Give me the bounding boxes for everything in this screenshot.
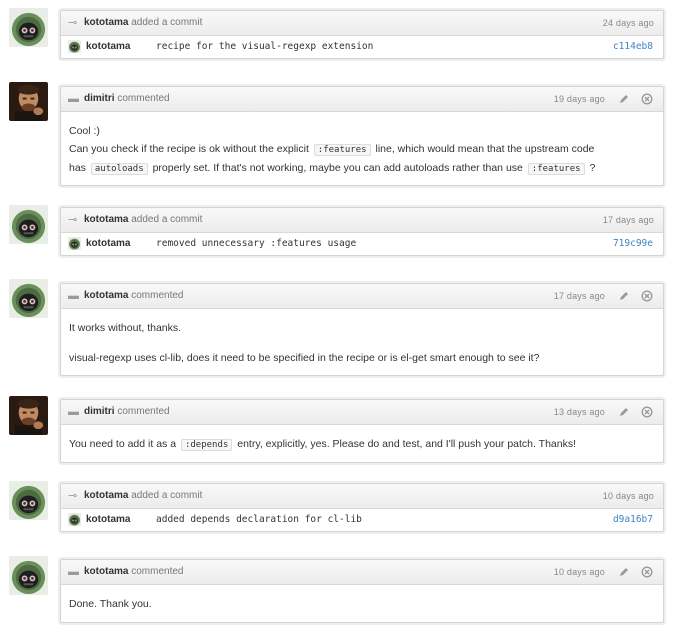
avatar[interactable] [9,82,48,121]
comment-body: Done. Thank you. [61,585,663,622]
event-header: ⊸ kototama added a commit 24 days ago [61,11,663,36]
commit-author[interactable]: kototama [86,36,130,58]
event-action: commented [131,566,184,577]
close-circle-icon[interactable] [641,406,653,418]
comment-text: Can you check if the recipe is ok withou… [69,143,595,156]
comment-text: Done. Thank you. [69,598,152,610]
avatar [68,40,81,53]
timestamp[interactable]: 17 days ago [603,208,654,232]
comment-icon: ▬ [68,406,79,418]
commit-message[interactable]: recipe for the visual-regexp extension [156,36,373,58]
author-link[interactable]: dimitri [84,93,115,104]
commit-box: ⊸ kototama added a commit 17 days ago ko… [60,207,664,256]
avatar[interactable] [9,556,48,595]
avatar[interactable] [9,8,48,47]
pencil-icon[interactable] [618,290,630,302]
timestamp[interactable]: 24 days ago [603,11,654,35]
comment-body: It works without, thanks. visual-regexp … [61,309,663,376]
author-link[interactable]: dimitri [84,406,115,417]
comment-text: It works without, thanks. [69,322,182,334]
commit-sha-link[interactable]: 719c99e [613,233,653,255]
commit-sha-link[interactable]: d9a16b7 [613,509,653,531]
timestamp[interactable]: 19 days ago [554,87,605,111]
comment-text: You need to add it as a :depends entry, … [69,438,577,451]
comment-icon: ▬ [68,290,79,302]
event-action: added a commit [131,214,203,225]
avatar[interactable] [9,205,48,244]
event-action: commented [131,290,184,301]
event-action: commented [117,93,170,104]
comment-body: Cool :) Can you check if the recipe is o… [61,112,663,187]
event-action: added a commit [131,17,203,28]
author-link[interactable]: kototama [84,490,128,501]
author-link[interactable]: kototama [84,17,128,28]
event-header: ▬ kototama commented 17 days ago [61,284,663,309]
comment-icon: ▬ [68,566,79,578]
avatar[interactable] [9,279,48,318]
commit-box: ⊸ kototama added a commit 10 days ago ko… [60,483,664,532]
avatar[interactable] [9,396,48,435]
commit-icon: ⊸ [68,214,78,226]
comment-box: ▬ dimitri commented 13 days ago You need… [60,399,664,463]
avatar [68,513,81,526]
timestamp[interactable]: 13 days ago [554,400,605,424]
commit-message[interactable]: removed unnecessary :features usage [156,233,356,255]
pencil-icon[interactable] [618,566,630,578]
comment-body: You need to add it as a :depends entry, … [61,425,663,463]
commit-author[interactable]: kototama [86,509,130,531]
pencil-icon[interactable] [618,406,630,418]
commit-icon: ⊸ [68,17,78,29]
close-circle-icon[interactable] [641,290,653,302]
commit-message[interactable]: added depends declaration for cl-lib [156,509,362,531]
pencil-icon[interactable] [618,93,630,105]
event-action: commented [117,406,170,417]
event-action: added a commit [131,490,203,501]
comment-text: has autoloads properly set. If that's no… [69,162,596,175]
commit-sha-link[interactable]: c114eb8 [613,36,653,58]
inline-code: :features [527,163,585,175]
author-link[interactable]: kototama [84,214,128,225]
event-header: ⊸ kototama added a commit 17 days ago [61,208,663,233]
inline-code: :features [313,144,371,156]
inline-code: :depends [180,439,233,451]
timestamp[interactable]: 10 days ago [603,484,654,508]
author-link[interactable]: kototama [84,566,128,577]
commit-box: ⊸ kototama added a commit 24 days ago ko… [60,10,664,59]
author-link[interactable]: kototama [84,290,128,301]
comment-icon: ▬ [68,93,79,105]
comment-text: Cool :) [69,125,100,137]
commit-row: kototama added depends declaration for c… [61,509,663,531]
event-header: ▬ kototama commented 10 days ago [61,560,663,585]
event-header: ▬ dimitri commented 19 days ago [61,87,663,112]
commit-row: kototama removed unnecessary :features u… [61,233,663,255]
timestamp[interactable]: 10 days ago [554,560,605,584]
event-header: ▬ dimitri commented 13 days ago [61,400,663,425]
commit-icon: ⊸ [68,490,78,502]
commit-author[interactable]: kototama [86,233,130,255]
avatar[interactable] [9,481,48,520]
comment-box: ▬ kototama commented 17 days ago It work… [60,283,664,376]
comment-text: visual-regexp uses cl-lib, does it need … [69,352,540,364]
commit-row: kototama recipe for the visual-regexp ex… [61,36,663,58]
close-circle-icon[interactable] [641,566,653,578]
avatar [68,237,81,250]
event-header: ⊸ kototama added a commit 10 days ago [61,484,663,509]
comment-box: ▬ dimitri commented 19 days ago Cool :) … [60,86,664,186]
inline-code: autoloads [90,163,148,175]
timestamp[interactable]: 17 days ago [554,284,605,308]
comment-box: ▬ kototama commented 10 days ago Done. T… [60,559,664,623]
close-circle-icon[interactable] [641,93,653,105]
